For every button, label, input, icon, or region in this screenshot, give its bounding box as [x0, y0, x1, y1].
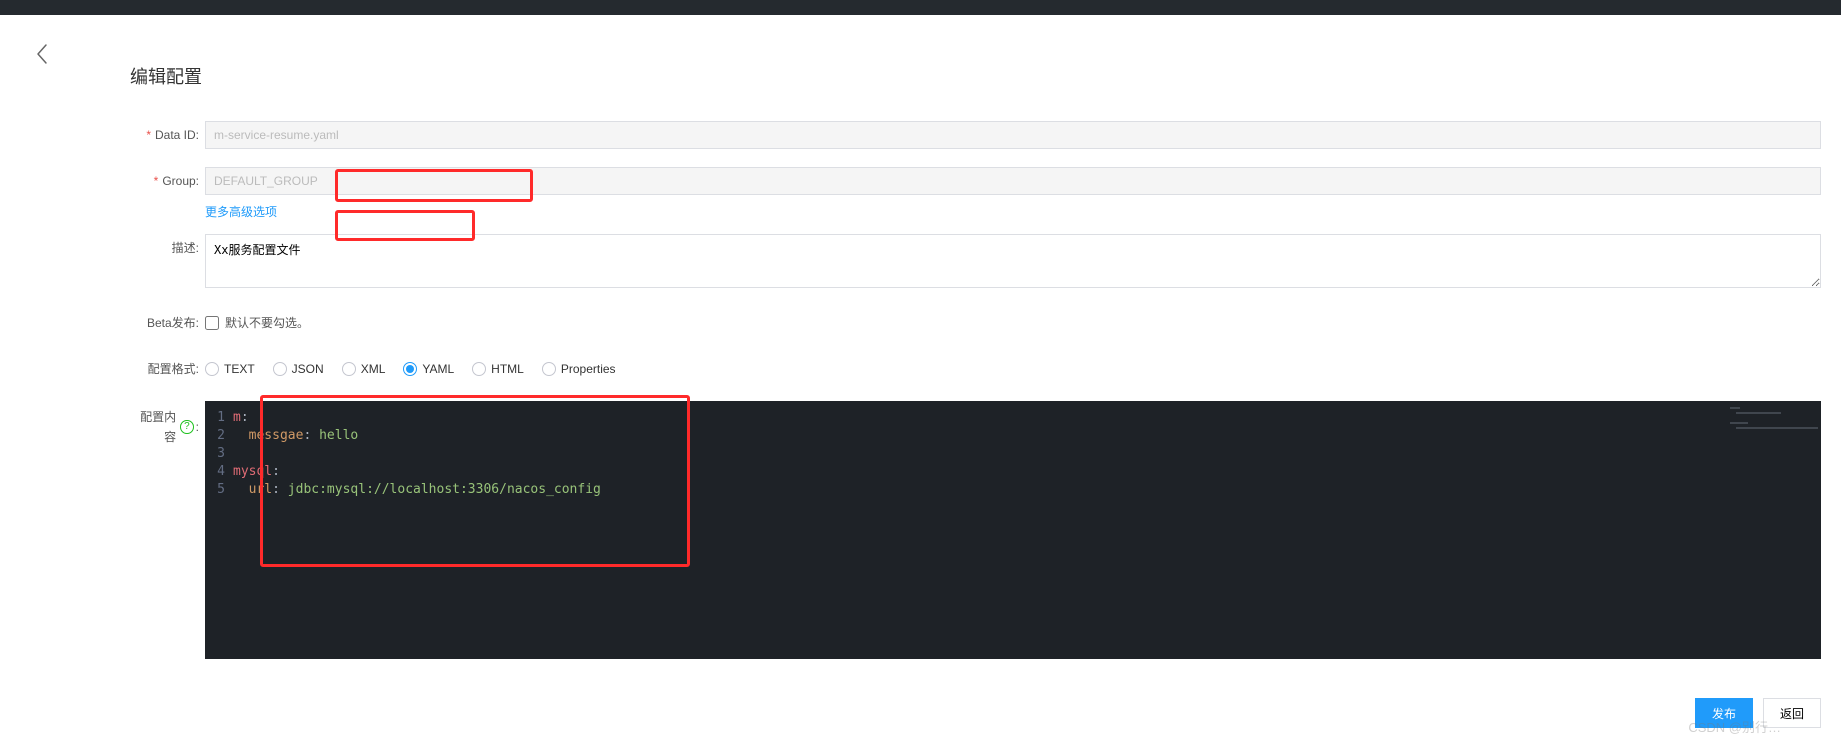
more-options-link[interactable]: 更多高级选项	[205, 205, 277, 219]
label-group: *Group:	[130, 167, 205, 195]
format-radio-text[interactable]: TEXT	[205, 355, 255, 383]
label-description: 描述:	[130, 234, 205, 262]
help-icon[interactable]: ?	[180, 420, 194, 434]
beta-checkbox-text: 默认不要勾选。	[225, 309, 309, 337]
label-data-id: *Data ID:	[130, 121, 205, 149]
editor-minimap	[1730, 407, 1815, 437]
format-radio-html[interactable]: HTML	[472, 355, 524, 383]
publish-button[interactable]: 发布	[1695, 698, 1753, 728]
back-button[interactable]: 返回	[1763, 698, 1821, 728]
row-format: 配置格式: TEXT JSON XML YAML HTML Properties	[130, 355, 1821, 383]
footer-buttons: 发布 返回	[1695, 698, 1821, 728]
editor-line: 3	[205, 445, 1821, 463]
editor-line: 2 messgae: hello	[205, 427, 1821, 445]
editor-line: 1m:	[205, 409, 1821, 427]
chevron-left-icon	[35, 43, 49, 65]
format-radio-json[interactable]: JSON	[273, 355, 324, 383]
label-beta: Beta发布:	[130, 309, 205, 337]
format-radio-yaml[interactable]: YAML	[403, 355, 454, 383]
format-radio-xml[interactable]: XML	[342, 355, 386, 383]
row-group: *Group:	[130, 167, 1821, 195]
top-bar	[0, 0, 1841, 15]
row-description: 描述:	[130, 234, 1821, 291]
row-data-id: *Data ID:	[130, 121, 1821, 149]
format-radio-group: TEXT JSON XML YAML HTML Properties	[205, 355, 1821, 383]
description-textarea[interactable]	[205, 234, 1821, 288]
beta-checkbox[interactable]	[205, 316, 219, 330]
editor-line: 4mysql:	[205, 463, 1821, 481]
row-more-options: 更多高级选项	[130, 203, 1821, 220]
data-id-input[interactable]	[205, 121, 1821, 149]
label-format: 配置格式:	[130, 355, 205, 383]
page-title: 编辑配置	[130, 63, 1821, 89]
group-input[interactable]	[205, 167, 1821, 195]
beta-checkbox-wrap[interactable]: 默认不要勾选。	[205, 309, 1821, 337]
label-content: 配置内容 ? :	[130, 401, 205, 447]
row-beta: Beta发布: 默认不要勾选。	[130, 309, 1821, 337]
row-editor: 配置内容 ? : 1m:2 messgae: hello34mysql:5 ur…	[130, 401, 1821, 659]
back-chevron[interactable]	[35, 43, 49, 68]
format-radio-properties[interactable]: Properties	[542, 355, 616, 383]
code-editor[interactable]: 1m:2 messgae: hello34mysql:5 url: jdbc:m…	[205, 401, 1821, 659]
editor-line: 5 url: jdbc:mysql://localhost:3306/nacos…	[205, 481, 1821, 499]
